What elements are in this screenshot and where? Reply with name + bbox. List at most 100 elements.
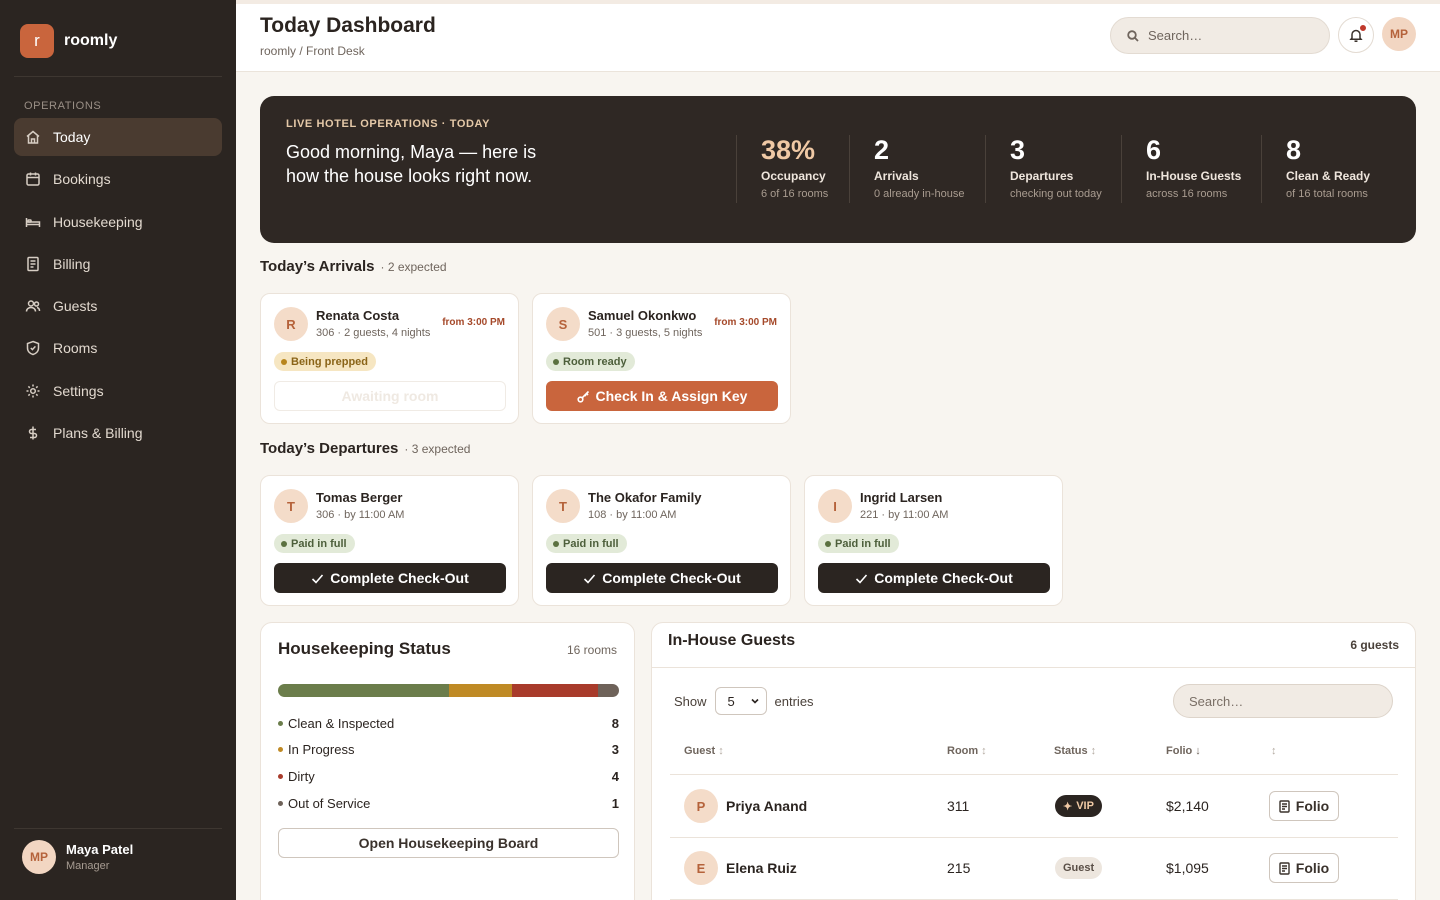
progress-segment	[448, 684, 513, 697]
complete-checkout-button[interactable]: Complete Check-Out	[546, 563, 778, 593]
entries-control: Show 5 entries	[674, 687, 814, 715]
entries-select[interactable]: 5	[714, 687, 767, 715]
stat-value: 2	[874, 135, 890, 165]
column-header-folio[interactable]: Folio ↓	[1166, 745, 1201, 757]
room-number: 311	[947, 798, 970, 814]
user-role: Manager	[66, 860, 110, 872]
stat-sub: of 16 total rooms	[1286, 188, 1368, 200]
complete-checkout-button[interactable]: Complete Check-Out	[274, 563, 506, 593]
sidebar-item-today[interactable]: Today	[14, 118, 222, 156]
star-icon: ✦	[1063, 800, 1073, 813]
sidebar-item-rooms[interactable]: Rooms	[14, 329, 222, 367]
in-house-guests-panel: In-House Guests 6 guests Show 5 entries …	[651, 622, 1416, 900]
status-badge: Paid in full	[274, 534, 355, 553]
status-dot	[278, 721, 283, 726]
departure-card: I Ingrid Larsen 221 · by 11:00 AM Paid i…	[804, 475, 1063, 606]
arrival-time: from 3:00 PM	[714, 317, 777, 328]
stat-label: Departures	[1010, 169, 1074, 183]
departure-card: T Tomas Berger 306 · by 11:00 AM Paid in…	[260, 475, 519, 606]
panel-title: In-House Guests	[668, 632, 796, 649]
open-housekeeping-board-button[interactable]: Open Housekeeping Board	[278, 828, 619, 858]
panel-title: Housekeeping Status	[278, 639, 451, 658]
arrival-card: R Renata Costa 306 · 2 guests, 4 nights …	[260, 293, 519, 424]
stat-sub: 6 of 16 rooms	[761, 188, 829, 200]
departures-heading: Today’s Departures · 3 expected	[260, 440, 470, 457]
folio-amount: $2,140	[1166, 798, 1209, 814]
row-label-wrap: In Progress	[278, 742, 354, 757]
entries-value: 5	[727, 693, 735, 709]
home-icon	[26, 130, 40, 144]
row-label-wrap: Out of Service	[278, 796, 370, 811]
sidebar-item-billing[interactable]: Billing	[14, 245, 222, 283]
stat-arrivals: 2 Arrivals 0 already in-house	[849, 135, 965, 203]
section-count: · 3 expected	[404, 442, 471, 456]
stat-value: 8	[1286, 135, 1302, 165]
guest-name: Renata Costa	[316, 308, 400, 323]
column-label: Room	[947, 745, 979, 757]
page-title: Today Dashboard	[260, 14, 436, 37]
folio-button[interactable]: Folio	[1269, 791, 1339, 821]
sort-icon: ↕	[1090, 745, 1097, 757]
avatar: I	[818, 489, 852, 523]
complete-checkout-button[interactable]: Complete Check-Out	[818, 563, 1050, 593]
housekeeping-row: Clean & Inspected 8	[278, 716, 619, 731]
table-search-input[interactable]: Search…	[1173, 684, 1393, 718]
brand-name: roomly	[64, 32, 118, 49]
search-input[interactable]: Search…	[1110, 17, 1330, 54]
gear-icon	[26, 384, 40, 398]
column-label: Folio	[1166, 745, 1193, 757]
room-number: 215	[947, 860, 971, 876]
folio-button[interactable]: Folio	[1269, 853, 1339, 883]
sidebar-item-bookings[interactable]: Bookings	[14, 160, 222, 198]
check-in-button[interactable]: Check In & Assign Key	[546, 381, 778, 411]
entries-label: entries	[774, 693, 814, 709]
stat-value: 38%	[761, 135, 816, 165]
sidebar-user[interactable]: MP Maya Patel Manager	[22, 840, 133, 874]
column-header-guest[interactable]: Guest ↕	[684, 745, 724, 757]
user-avatar-button[interactable]: MP	[1382, 17, 1416, 51]
guest-name: Samuel Okonkwo	[588, 308, 697, 323]
progress-segment	[278, 684, 449, 697]
breadcrumb: roomly / Front Desk	[260, 44, 365, 58]
sidebar-item-plans-billing[interactable]: Plans & Billing	[14, 414, 222, 452]
status-badge: Paid in full	[818, 534, 899, 553]
sidebar-item-label: Settings	[53, 382, 104, 399]
room-count: 16 rooms	[566, 643, 617, 657]
status-badge: ✦ VIP	[1055, 795, 1102, 817]
status-dot	[553, 540, 559, 547]
sidebar-item-guests[interactable]: Guests	[14, 287, 222, 325]
stat-occupancy: 38% Occupancy 6 of 16 rooms	[736, 135, 828, 203]
notifications-button[interactable]	[1338, 17, 1374, 53]
hero-eyebrow: LIVE HOTEL OPERATIONS · TODAY	[286, 118, 491, 130]
avatar: T	[546, 489, 580, 523]
status-label: Paid in full	[291, 537, 347, 550]
sort-icon: ↕	[1271, 745, 1277, 757]
notification-dot	[1359, 24, 1367, 32]
stat-label: Clean & Ready	[1286, 169, 1371, 183]
status-label: Paid in full	[835, 537, 891, 550]
stat-in-house: 6 In-House Guests across 16 rooms	[1121, 135, 1241, 203]
button-label: Folio	[1295, 798, 1330, 814]
awaiting-room-button[interactable]: Awaiting room	[274, 381, 506, 411]
column-header-actions[interactable]: ↕	[1268, 745, 1277, 757]
status-dot	[825, 540, 831, 547]
column-header-room[interactable]: Room ↕	[947, 745, 987, 757]
dollar-icon	[28, 426, 38, 440]
sort-icon: ↕	[981, 745, 987, 757]
chevron-down-icon	[750, 698, 759, 704]
row-value: 3	[611, 742, 619, 757]
section-title: Today’s Departures	[260, 440, 399, 457]
button-label: Complete Check-Out	[602, 570, 741, 586]
sidebar-item-settings[interactable]: Settings	[14, 372, 222, 410]
button-label: Complete Check-Out	[874, 570, 1013, 586]
sidebar-item-housekeeping[interactable]: Housekeeping	[14, 203, 222, 241]
status-label: Paid in full	[563, 537, 619, 550]
receipt-icon	[1279, 799, 1290, 813]
top-header: Today Dashboard roomly / Front Desk Sear…	[236, 0, 1440, 72]
bed-icon	[25, 217, 41, 227]
section-count: · 2 expected	[380, 260, 447, 274]
booking-details: 108 · by 11:00 AM	[588, 509, 677, 521]
brand[interactable]: r roomly	[20, 24, 117, 58]
column-header-status[interactable]: Status ↕	[1054, 745, 1096, 757]
status-badge: Paid in full	[546, 534, 627, 553]
